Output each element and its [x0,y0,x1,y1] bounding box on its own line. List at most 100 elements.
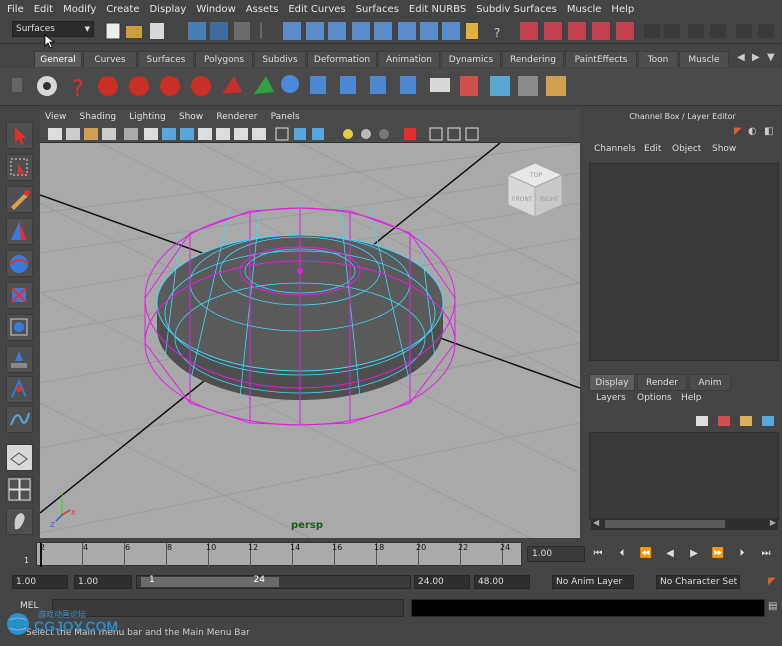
layer-menu-help[interactable]: Help [681,393,702,403]
layer-editor-menu: Layers Options Help [589,393,782,408]
menu-edit-curves[interactable]: Edit Curves [285,4,352,15]
layer-scrollbar[interactable]: ◀ ▶ [591,518,778,530]
shelf-tab-toon[interactable]: Toon [638,51,678,67]
menu-modify[interactable]: Modify [60,4,103,15]
outliner-layout-button[interactable] [6,508,33,535]
panel-menu-shading[interactable]: Shading [75,110,122,125]
panel-menu-show[interactable]: Show [174,110,208,125]
scale-tool-button[interactable] [6,282,33,309]
play-backwards-icon[interactable]: ◀ [662,546,678,562]
range-slider-handle[interactable]: 1 24 [141,575,279,587]
single-perspective-layout-button[interactable] [6,444,33,471]
scroll-left-arrow-icon: ◀ [593,518,600,527]
curve-tool-button[interactable] [6,406,33,433]
menu-subdiv-surfaces[interactable]: Subdiv Surfaces [473,4,564,15]
move-tool-button[interactable] [6,218,33,245]
tick-label: 18 [374,543,385,552]
layer-menu-layers[interactable]: Layers [596,393,626,403]
script-editor-icon[interactable]: ▤ [768,601,777,612]
shelf-tab-painteffects[interactable]: PaintEffects [565,51,637,67]
menu-edit-nurbs[interactable]: Edit NURBS [406,4,473,15]
channel-box-list[interactable] [589,163,779,361]
shelf-tab-dynamics[interactable]: Dynamics [441,51,501,67]
step-back-frame-icon[interactable]: ⏴ [614,546,630,562]
shelf-tab-surfaces[interactable]: Surfaces [138,51,194,67]
current-frame-field[interactable]: 1.00 [527,546,585,562]
shelf-tab-polygons[interactable]: Polygons [195,51,253,67]
menu-edit[interactable]: Edit [31,4,60,15]
menu-display[interactable]: Display [146,4,193,15]
time-slider[interactable]: 2 4 6 8 10 12 14 16 18 20 22 24 [15,542,522,567]
shelf-tab-animation[interactable]: Animation [378,51,440,67]
shelf-tab-general[interactable]: General [34,51,82,67]
layer-tab-render[interactable]: Render [637,374,687,391]
range-slider[interactable]: 1 24 [136,575,411,589]
anim-layer-selector[interactable]: No Anim Layer [552,575,634,589]
shelf-tool-icons[interactable]: ? [0,68,782,106]
lasso-tool-button[interactable] [6,154,33,181]
show-manipulator-button[interactable] [6,376,33,403]
menu-surfaces[interactable]: Surfaces [353,4,406,15]
universal-manipulator-button[interactable] [6,314,33,341]
shelf-tab-muscle[interactable]: Muscle [679,51,729,67]
play-forwards-icon[interactable]: ▶ [686,546,702,562]
playback-controls: ⏮ ⏴ ⏪ ◀ ▶ ⏩ ⏵ ⏭ [590,546,780,564]
animation-start-field[interactable]: 1.00 [12,575,68,589]
channel-box-menu-channels[interactable]: Channels [594,144,636,154]
menu-help[interactable]: Help [608,4,641,15]
svg-text:Y: Y [59,491,65,499]
svg-text:Z: Z [50,521,55,529]
go-to-end-icon[interactable]: ⏭ [758,546,774,562]
playback-start-field[interactable]: 1.00 [74,575,132,589]
layer-menu-options[interactable]: Options [637,393,672,403]
character-set-selector[interactable]: No Character Set [656,575,740,589]
layer-action-icons[interactable] [694,413,780,429]
go-to-start-icon[interactable]: ⏮ [590,546,606,562]
step-forward-frame-icon[interactable]: ⏵ [734,546,750,562]
menu-muscle[interactable]: Muscle [564,4,609,15]
channel-box-menu-show[interactable]: Show [712,144,736,154]
playback-end-field[interactable]: 24.00 [414,575,470,589]
channel-box-icons[interactable]: ◤ ◐ ◧ [734,126,782,142]
panel-menu-panels[interactable]: Panels [266,110,305,125]
layer-tab-display[interactable]: Display [589,374,635,391]
view-cube-top-label: TOP [529,172,542,179]
menu-create[interactable]: Create [103,4,146,15]
auto-key-icon[interactable]: ◤ [768,576,776,587]
shelf-tab-subdivs[interactable]: Subdivs [254,51,306,67]
step-back-key-icon[interactable]: ⏪ [638,546,654,562]
panel-toolbar-icons[interactable] [40,125,580,143]
shelf-menu-icon[interactable]: ▼ [767,52,775,63]
menu-assets[interactable]: Assets [243,4,286,15]
scroll-right-icon[interactable]: ▶ [752,52,760,63]
channel-box-menu-edit[interactable]: Edit [644,144,661,154]
tick-label: 10 [206,543,217,552]
viewport-scene: TOP FRONT RIGHT Y X Z persp [40,143,580,538]
shelf-tab-deformation[interactable]: Deformation [307,51,377,67]
panel-menu-view[interactable]: View [40,110,71,125]
perspective-viewport[interactable]: TOP FRONT RIGHT Y X Z persp [40,143,580,538]
shelf-tab-rendering[interactable]: Rendering [502,51,564,67]
shelf-tab-curves[interactable]: Curves [83,51,137,67]
step-forward-key-icon[interactable]: ⏩ [710,546,726,562]
menu-file[interactable]: File [4,4,31,15]
tick-label: 6 [125,543,131,552]
layer-editor-tabs: Display Render Anim [589,374,782,391]
view-cube[interactable]: TOP FRONT RIGHT [506,162,564,218]
scroll-left-icon[interactable]: ◀ [737,52,745,63]
panel-menu-renderer[interactable]: Renderer [211,110,262,125]
channel-box-menu-object[interactable]: Object [672,144,701,154]
layer-list[interactable] [589,432,779,520]
soft-mod-tool-button[interactable] [6,346,33,373]
select-tool-button[interactable] [6,122,33,149]
scrollbar-thumb[interactable] [605,520,725,528]
paint-select-tool-button[interactable] [6,186,33,213]
menu-window[interactable]: Window [193,4,242,15]
status-line-icons[interactable]: ? [100,20,780,42]
four-view-layout-button[interactable] [6,476,33,503]
panel-menu-lighting[interactable]: Lighting [124,110,170,125]
rotate-tool-button[interactable] [6,250,33,277]
animation-end-field[interactable]: 48.00 [474,575,530,589]
layer-tab-anim[interactable]: Anim [689,374,731,391]
tick-label: 8 [167,543,173,552]
